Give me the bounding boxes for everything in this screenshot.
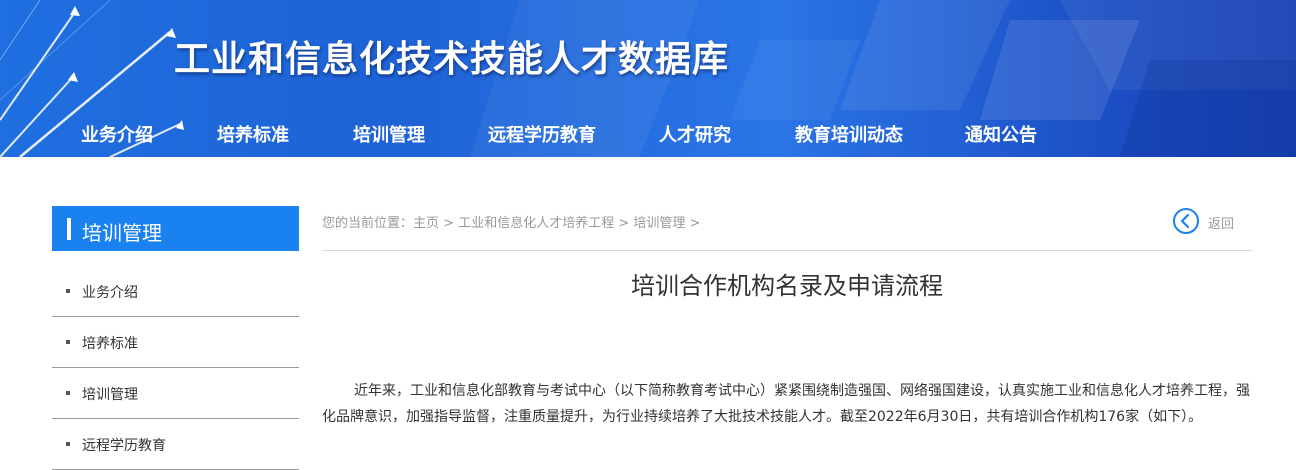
nav-item-talent-research[interactable]: 人才研究 [659,121,731,147]
chevron-left-circle-icon [1173,208,1199,234]
heading-accent-bar [67,218,71,240]
sidebar-item-label: 培养标准 [82,336,138,352]
breadcrumb-separator: > [614,216,634,231]
content-divider [322,250,1252,251]
sidebar-item-distance-education[interactable]: 远程学历教育 [52,419,299,470]
sidebar-item-business-intro[interactable]: 业务介绍 [52,266,299,317]
breadcrumb: 您的当前位置：主页 > 工业和信息化人才培养工程 > 培训管理 > [322,212,700,231]
main-nav: 业务介绍 培养标准 培训管理 远程学历教育 人才研究 教育培训动态 通知公告 [0,121,1296,153]
bullet-icon [66,340,70,344]
bullet-icon [66,442,70,446]
site-banner: 工业和信息化技术技能人才数据库 业务介绍 培养标准 培训管理 远程学历教育 人才… [0,0,1296,157]
nav-item-announcements[interactable]: 通知公告 [965,121,1037,147]
article-paragraph: 近年来，工业和信息化部教育与考试中心（以下简称教育考试中心）紧紧围绕制造强国、网… [322,383,1250,425]
breadcrumb-level1-link[interactable]: 工业和信息化人才培养工程 [458,216,614,231]
breadcrumb-level2-link[interactable]: 培训管理 [633,216,685,231]
article-title: 培训合作机构名录及申请流程 [631,272,943,300]
nav-item-distance-education[interactable]: 远程学历教育 [488,121,596,147]
sidebar-item-training-management[interactable]: 培训管理 [52,368,299,419]
nav-item-business-intro[interactable]: 业务介绍 [81,121,153,147]
bullet-icon [66,289,70,293]
sidebar-item-label: 业务介绍 [82,285,138,301]
breadcrumb-separator: > [439,216,459,231]
sidebar-item-training-standards[interactable]: 培养标准 [52,317,299,368]
nav-item-training-news[interactable]: 教育培训动态 [795,121,903,147]
sidebar-item-label: 远程学历教育 [82,438,166,454]
nav-item-training-standards[interactable]: 培养标准 [217,121,289,147]
sidebar-item-label: 培训管理 [82,387,138,403]
back-label: 返回 [1208,217,1235,232]
nav-item-training-management[interactable]: 培训管理 [353,121,425,147]
breadcrumb-prefix: 您的当前位置： [322,216,414,231]
breadcrumb-trail-end: > [685,216,701,231]
bullet-icon [66,391,70,395]
breadcrumb-home-link[interactable]: 主页 [413,216,439,231]
sidebar-heading: 培训管理 [52,206,299,251]
site-title: 工业和信息化技术技能人才数据库 [174,39,730,80]
sidebar-heading-label: 培训管理 [82,221,162,245]
